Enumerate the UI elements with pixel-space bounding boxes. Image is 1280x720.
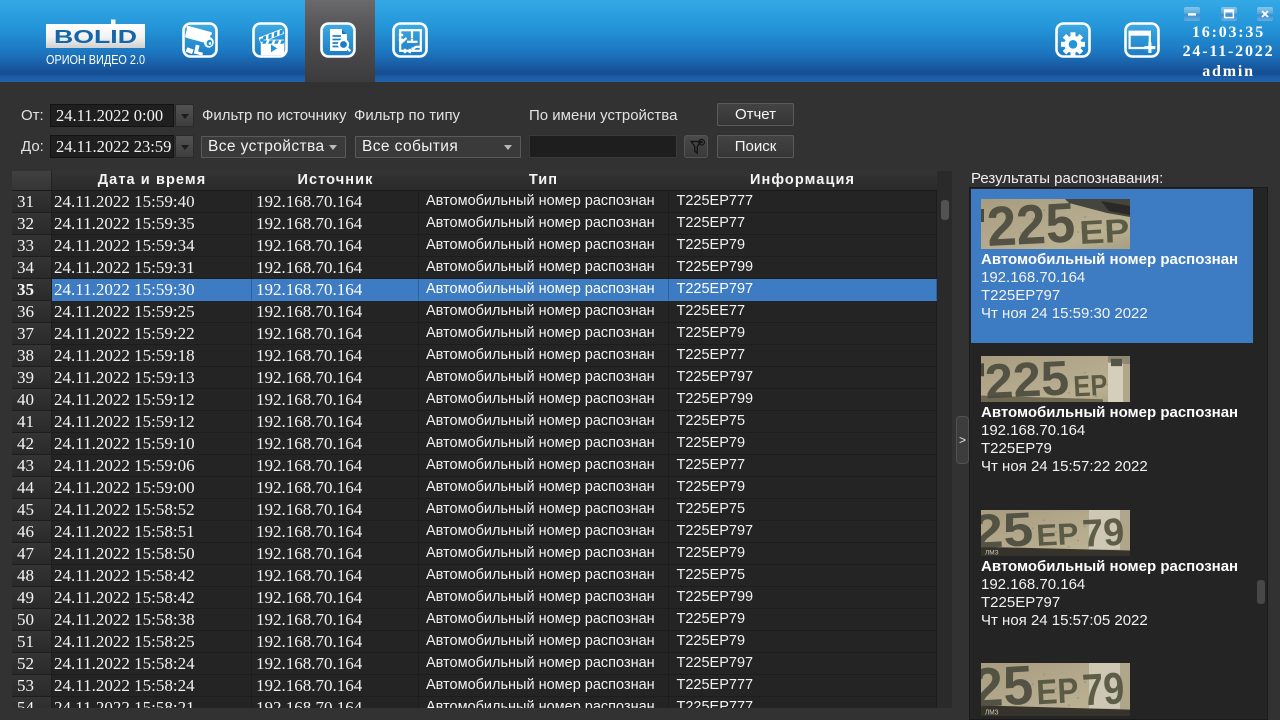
svg-text:ЕР: ЕР — [1078, 211, 1130, 249]
svg-text:ОРИОН ВИДЕО 2.0: ОРИОН ВИДЕО 2.0 — [46, 52, 145, 67]
svg-text:ЕР: ЕР — [1035, 516, 1079, 552]
svg-text:79: 79 — [1081, 510, 1125, 555]
svg-text:ЕР: ЕР — [1072, 368, 1108, 402]
svg-text:25: 25 — [981, 663, 1035, 716]
svg-text:BOLID: BOLID — [54, 26, 137, 47]
svg-text:25: 25 — [981, 510, 1035, 556]
svg-text:225: 225 — [985, 199, 1076, 249]
svg-text:ЕР: ЕР — [1035, 671, 1079, 712]
svg-text:225: 225 — [983, 356, 1070, 402]
svg-text:79: 79 — [1081, 664, 1125, 716]
